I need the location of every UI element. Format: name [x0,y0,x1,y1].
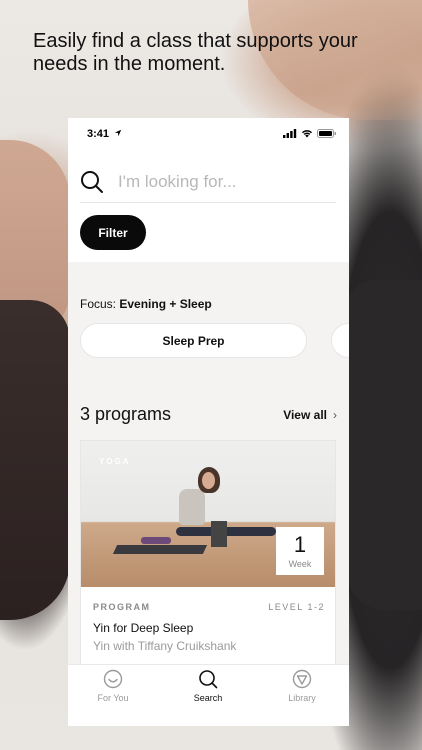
tab-label-search: Search [193,693,223,703]
chevron-right-icon: › [333,408,337,422]
status-bar: 3:41 [68,118,349,150]
week-badge: 1 Week [276,527,324,575]
location-arrow-icon [114,129,122,137]
week-number: 1 [293,532,307,557]
week-label: Week [288,559,312,569]
tab-label-library: Library [288,693,316,703]
signal-icon [283,128,297,138]
search-input[interactable] [118,168,334,196]
bolster [141,537,171,544]
tab-library[interactable]: Library [262,669,342,703]
wifi-icon [302,129,312,137]
battery-icon [317,128,336,138]
tab-search[interactable]: Search [168,669,248,703]
chip-sleep-prep[interactable]: Sleep Prep [80,323,307,358]
tab-for-you[interactable]: For You [73,669,153,703]
card-type: PROGRAM [93,602,151,612]
yoga-block [211,521,227,547]
chip-next[interactable] [331,323,349,358]
search-icon [199,670,218,689]
focus-prefix: Focus: [80,297,117,311]
promo-headline: Easily find a class that supports your n… [33,30,358,75]
tab-bar: For You Search Library [68,664,349,726]
phone-screen: 3:41 Fil [68,118,349,726]
card-level: LEVEL 1-2 [268,602,325,612]
background-hair [0,300,70,620]
program-card-image: YOGA 1 Week [81,441,335,587]
view-all-label: View all [283,408,327,422]
search-icon[interactable] [80,170,104,194]
card-title: Yin for Deep Sleep [93,621,194,635]
filter-button[interactable]: Filter [80,215,146,250]
background-shirt [346,280,422,610]
programs-count-title: 3 programs [80,404,172,424]
person-torso [179,489,205,525]
category-tag: YOGA [99,457,131,466]
smile-icon [103,669,123,689]
person-face [202,472,215,489]
status-time: 3:41 [87,128,110,140]
yoga-mat [112,545,208,554]
card-subtitle: Yin with Tiffany Cruikshank [93,639,237,653]
view-all-link[interactable]: View all › [283,408,337,422]
program-card[interactable]: YOGA 1 Week PROGRAM LEVEL 1-2 Yin for De… [80,440,336,670]
focus-label: Focus: Evening + Sleep [80,297,212,311]
system-icons [283,128,337,138]
focus-value: Evening + Sleep [119,297,212,311]
tab-label-for-you: For You [97,693,129,703]
library-icon [292,669,312,689]
search-underline [80,202,336,203]
